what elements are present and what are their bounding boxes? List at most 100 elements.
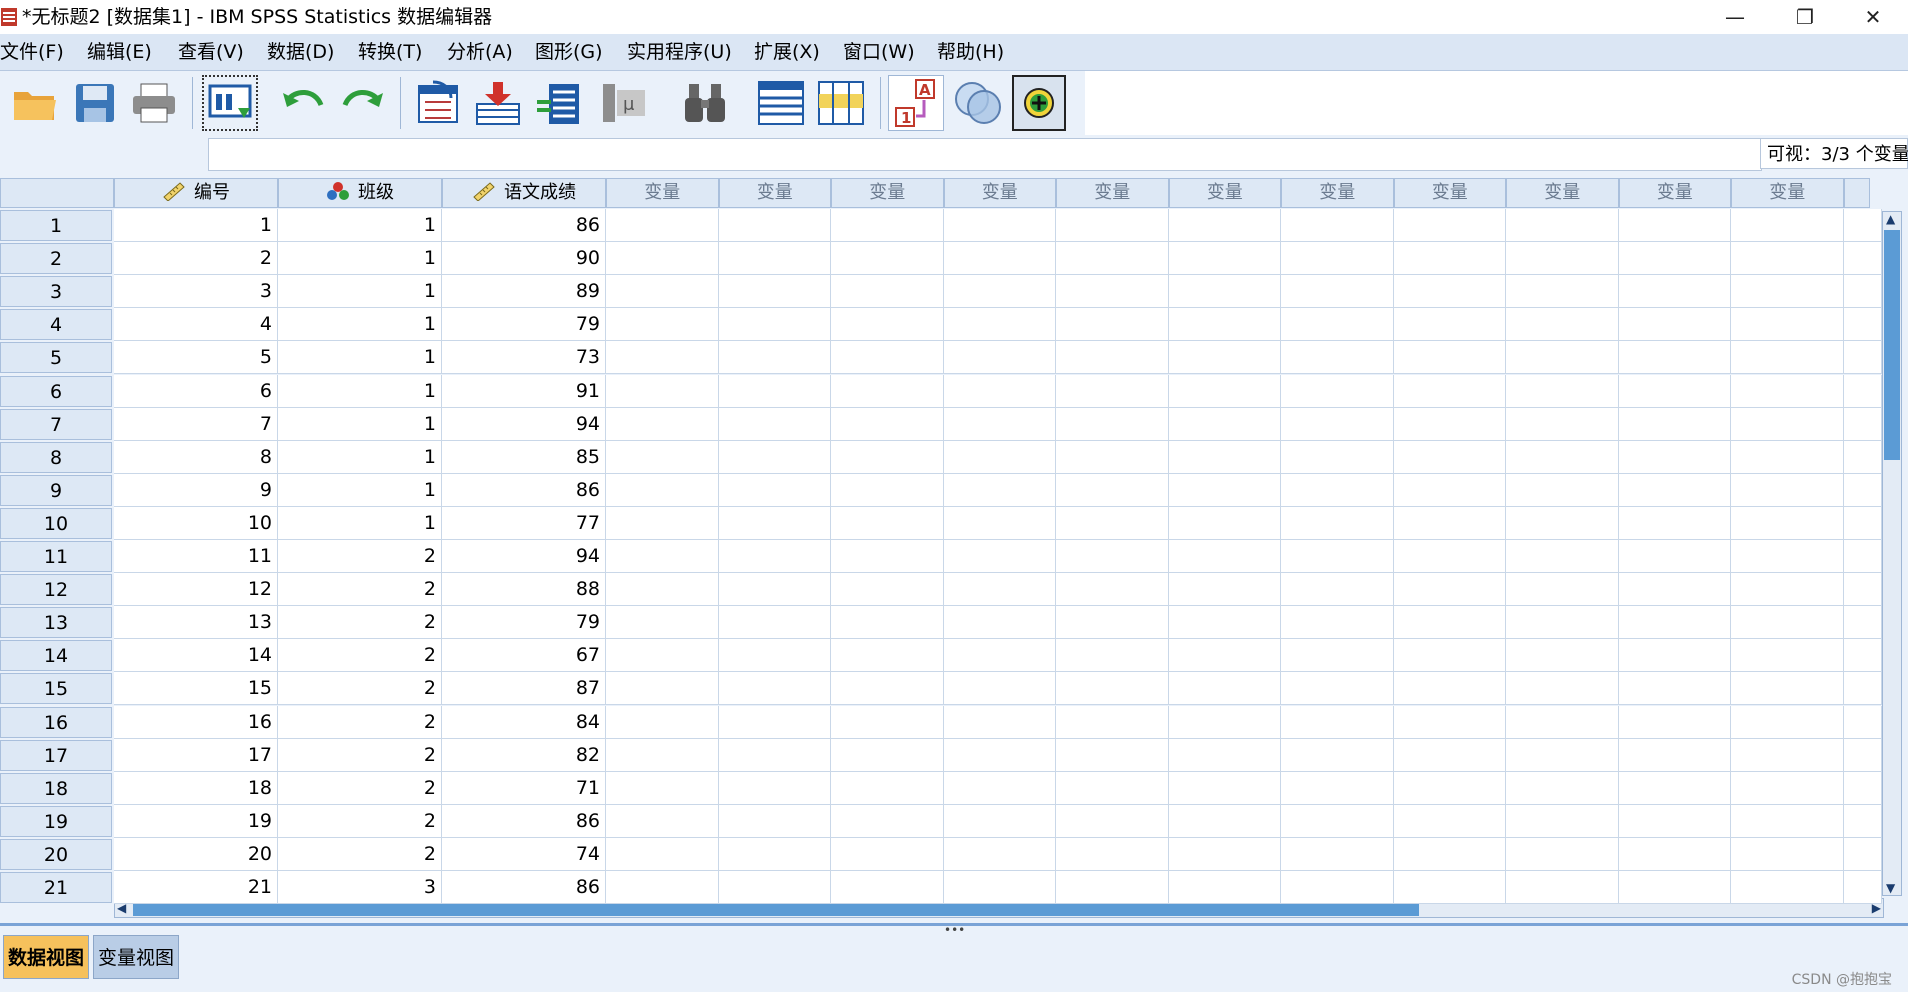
empty-cell[interactable] [831,672,944,706]
empty-cell[interactable] [1618,308,1731,342]
empty-cell[interactable] [1506,771,1619,805]
empty-cell[interactable] [1731,606,1844,640]
empty-cell[interactable] [1843,540,1882,573]
data-cell[interactable]: 2 [278,540,442,573]
menu-transform[interactable]: 转换(T) [358,41,422,63]
empty-cell[interactable] [1618,837,1731,871]
empty-cell[interactable] [1056,738,1169,772]
empty-cell[interactable] [1281,308,1394,342]
empty-cell[interactable] [1393,705,1506,739]
empty-cell[interactable] [1056,672,1169,706]
empty-cell[interactable] [1056,804,1169,838]
empty-cell[interactable] [1393,308,1506,342]
empty-cell[interactable] [1281,242,1394,276]
empty-cell[interactable] [718,606,831,640]
data-cell[interactable]: 3 [278,871,442,904]
empty-cell[interactable] [606,540,719,573]
menu-window[interactable]: 窗口(W) [843,41,915,63]
empty-cell[interactable] [1393,209,1506,242]
vertical-scrollbar[interactable]: ▲ ▼ [1882,211,1902,896]
empty-cell[interactable] [1393,837,1506,871]
data-cell[interactable]: 2 [278,738,442,772]
data-cell[interactable]: 86 [442,871,606,904]
empty-cell[interactable] [943,374,1056,408]
empty-cell[interactable] [1056,606,1169,640]
data-cell[interactable]: 1 [278,506,442,540]
empty-cell[interactable] [1168,871,1281,904]
empty-cell[interactable] [1843,374,1882,408]
column-header-empty[interactable]: 变量 [718,178,831,208]
empty-cell[interactable] [1618,771,1731,805]
empty-cell[interactable] [1618,540,1731,573]
empty-cell[interactable] [1843,506,1882,540]
data-cell[interactable]: 1 [114,209,278,242]
empty-cell[interactable] [1168,374,1281,408]
empty-cell[interactable] [1618,804,1731,838]
empty-cell[interactable] [1843,573,1882,607]
empty-cell[interactable] [1281,540,1394,573]
empty-cell[interactable] [943,804,1056,838]
empty-cell[interactable] [606,606,719,640]
row-header[interactable]: 20 [0,838,112,870]
empty-cell[interactable] [1056,308,1169,342]
row-header[interactable]: 16 [0,706,112,738]
empty-cell[interactable] [1731,705,1844,739]
empty-cell[interactable] [1731,573,1844,607]
empty-cell[interactable] [606,573,719,607]
row-header[interactable]: 2 [0,243,112,275]
empty-cell[interactable] [831,275,944,309]
empty-cell[interactable] [1281,407,1394,441]
column-header-empty[interactable]: 变量 [1281,178,1394,208]
empty-cell[interactable] [1843,771,1882,805]
minimize-button[interactable]: — [1700,0,1770,34]
empty-cell[interactable] [1056,374,1169,408]
empty-cell[interactable] [1281,209,1394,242]
data-cell[interactable]: 1 [278,242,442,276]
empty-cell[interactable] [1393,606,1506,640]
empty-cell[interactable] [1393,341,1506,375]
empty-cell[interactable] [943,308,1056,342]
row-header[interactable]: 8 [0,441,112,473]
empty-cell[interactable] [1056,837,1169,871]
empty-cell[interactable] [1618,606,1731,640]
empty-cell[interactable] [1506,639,1619,673]
empty-cell[interactable] [943,705,1056,739]
column-header-empty[interactable]: 变量 [831,178,944,208]
empty-cell[interactable] [1731,871,1844,904]
empty-cell[interactable] [831,871,944,904]
empty-cell[interactable] [1506,606,1619,640]
row-header[interactable]: 12 [0,574,112,606]
empty-cell[interactable] [718,672,831,706]
row-header[interactable]: 17 [0,739,112,771]
empty-cell[interactable] [1393,242,1506,276]
empty-cell[interactable] [943,606,1056,640]
data-cell[interactable]: 73 [442,341,606,375]
empty-cell[interactable] [606,506,719,540]
open-folder-icon[interactable] [10,75,60,131]
empty-cell[interactable] [1618,374,1731,408]
save-icon[interactable] [72,75,118,131]
empty-cell[interactable] [1843,341,1882,375]
data-cell[interactable]: 11 [114,540,278,573]
empty-cell[interactable] [1056,771,1169,805]
close-button[interactable]: ✕ [1838,0,1908,34]
row-header[interactable]: 1 [0,210,112,241]
data-cell[interactable]: 91 [442,374,606,408]
row-header[interactable]: 14 [0,640,112,672]
empty-cell[interactable] [1843,275,1882,309]
empty-cell[interactable] [1168,407,1281,441]
column-header-empty[interactable]: 变量 [1393,178,1506,208]
empty-cell[interactable] [1843,473,1882,507]
empty-cell[interactable] [1506,275,1619,309]
row-header[interactable]: 11 [0,541,112,572]
empty-cell[interactable] [606,473,719,507]
empty-cell[interactable] [1731,209,1844,242]
goto-variable-icon[interactable] [474,75,522,131]
data-cell[interactable]: 2 [278,771,442,805]
empty-cell[interactable] [1843,804,1882,838]
redo-icon[interactable] [340,75,386,131]
empty-cell[interactable] [1281,275,1394,309]
empty-cell[interactable] [1168,705,1281,739]
data-cell[interactable]: 77 [442,506,606,540]
data-cell[interactable]: 1 [278,308,442,342]
